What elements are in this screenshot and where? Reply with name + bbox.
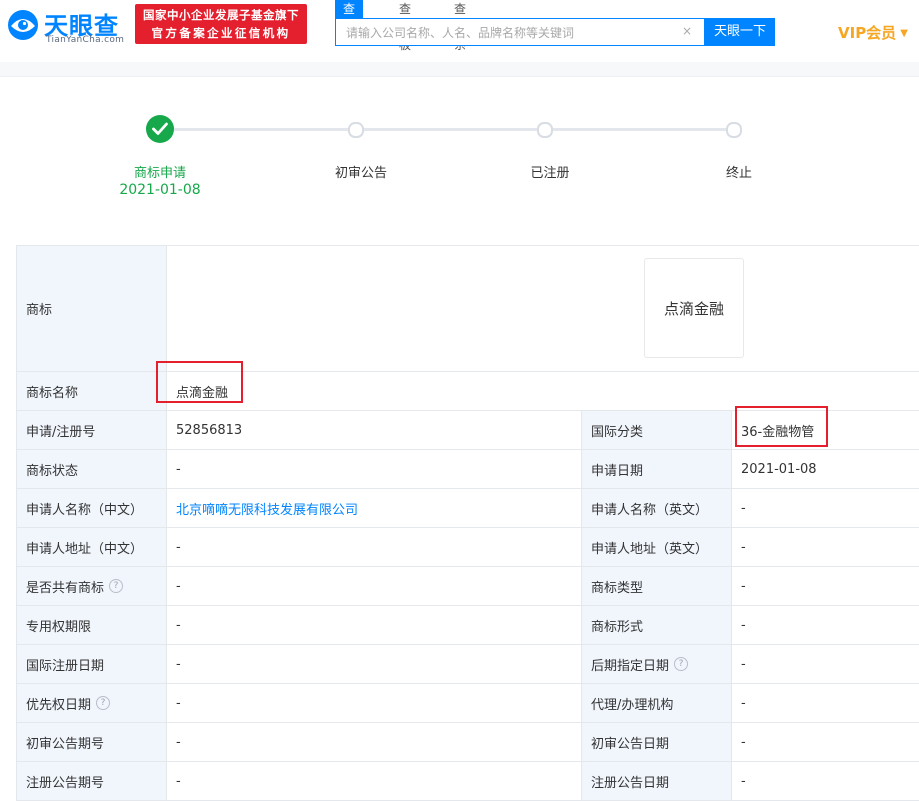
label-reg-issue-no: 注册公告期号 xyxy=(16,762,166,800)
table-row: 初审公告期号 - 初审公告日期 - xyxy=(16,723,919,762)
value-address-cn: - xyxy=(166,528,581,566)
step-label-initial-announcement: 初审公告 xyxy=(334,166,387,181)
value-exclusive-period: - xyxy=(166,606,581,644)
vip-label: VIP会员 xyxy=(838,24,897,42)
trademark-image-text: 点滴金融 xyxy=(663,299,724,318)
tab-relation[interactable]: 查关系 xyxy=(446,0,474,52)
label-later-designation-text: 后期指定日期 xyxy=(591,658,670,674)
value-apply-date: 2021-01-08 xyxy=(731,450,919,488)
tab-boss[interactable]: 查老板 xyxy=(391,0,419,52)
label-apply-date: 申请日期 xyxy=(581,450,731,488)
logo[interactable]: 天眼查 TianYanCha.com xyxy=(6,6,128,46)
value-status: - xyxy=(166,450,581,488)
step-dot-terminated xyxy=(726,122,742,138)
value-trademark-name: 点滴金融 xyxy=(166,372,919,410)
table-row: 专用权期限 - 商标形式 - xyxy=(16,606,919,645)
label-shared-trademark: 是否共有商标? xyxy=(16,567,166,605)
tab-company[interactable]: 查公司 xyxy=(335,0,364,52)
label-priority-date-text: 优先权日期 xyxy=(26,697,92,713)
trademark-image-cell: 点滴金融 xyxy=(166,246,919,371)
search-box: × xyxy=(335,18,705,46)
search-input[interactable] xyxy=(344,22,668,44)
value-intl-reg-date: - xyxy=(166,645,581,683)
value-reg-issue-no: - xyxy=(166,762,581,800)
label-status: 商标状态 xyxy=(16,450,166,488)
value-trademark-form: - xyxy=(731,606,919,644)
label-trademark-type: 商标类型 xyxy=(581,567,731,605)
official-badge: 国家中小企业发展子基金旗下 官方备案企业征信机构 xyxy=(135,4,307,44)
label-trademark-form: 商标形式 xyxy=(581,606,731,644)
help-icon[interactable]: ? xyxy=(109,579,124,593)
step-date-application: 2021-01-08 xyxy=(119,182,201,198)
value-shared-trademark: - xyxy=(166,567,581,605)
vip-menu[interactable]: VIP会员 ▼ xyxy=(838,22,908,43)
label-initial-issue-date: 初审公告日期 xyxy=(581,723,731,761)
value-priority-date: - xyxy=(166,684,581,722)
table-row: 商标状态 - 申请日期 2021-01-08 xyxy=(16,450,919,489)
label-reg-issue-date: 注册公告日期 xyxy=(581,762,731,800)
value-reg-issue-date: - xyxy=(731,762,919,800)
table-row: 申请人名称（中文） 北京嘀嘀无限科技发展有限公司 申请人名称（英文） - xyxy=(16,489,919,528)
table-row: 申请人地址（中文） - 申请人地址（英文） - xyxy=(16,528,919,567)
label-exclusive-period: 专用权期限 xyxy=(16,606,166,644)
logo-eye-icon xyxy=(8,10,38,40)
applicant-link[interactable]: 北京嘀嘀无限科技发展有限公司 xyxy=(166,489,581,527)
value-initial-issue-no: - xyxy=(166,723,581,761)
label-agency: 代理/办理机构 xyxy=(581,684,731,722)
step-dot-initial-announcement xyxy=(348,122,364,138)
label-intl-class: 国际分类 xyxy=(581,411,731,449)
label-intl-reg-date: 国际注册日期 xyxy=(16,645,166,683)
step-label-terminated: 终止 xyxy=(725,166,752,181)
label-applicant-cn: 申请人名称（中文） xyxy=(16,489,166,527)
step-dot-registered xyxy=(537,122,553,138)
progress-track xyxy=(172,128,732,131)
table-row: 注册公告期号 - 注册公告日期 - xyxy=(16,762,919,801)
label-shared-trademark-text: 是否共有商标 xyxy=(26,580,105,596)
trademark-detail-table: 商标 点滴金融 商标名称 点滴金融 申请/注册号 52856813 国际分类 3… xyxy=(16,245,919,801)
label-priority-date: 优先权日期? xyxy=(16,684,166,722)
value-later-designation-date: - xyxy=(731,645,919,683)
value-initial-issue-date: - xyxy=(731,723,919,761)
table-row: 国际注册日期 - 后期指定日期? - xyxy=(16,645,919,684)
check-icon xyxy=(146,115,174,143)
top-header: 天眼查 TianYanCha.com 国家中小企业发展子基金旗下 官方备案企业征… xyxy=(0,0,919,63)
label-reg-number: 申请/注册号 xyxy=(16,411,166,449)
table-row: 是否共有商标? - 商标类型 - xyxy=(16,567,919,606)
value-reg-number: 52856813 xyxy=(166,411,581,449)
value-agency: - xyxy=(731,684,919,722)
step-label-application: 商标申请 xyxy=(133,166,186,181)
sub-bar xyxy=(0,62,919,77)
trademark-image[interactable]: 点滴金融 xyxy=(644,258,744,358)
label-address-cn: 申请人地址（中文） xyxy=(16,528,166,566)
logo-domain: TianYanCha.com xyxy=(46,35,125,45)
label-trademark: 商标 xyxy=(16,246,166,371)
label-later-designation-date: 后期指定日期? xyxy=(581,645,731,683)
step-label-registered: 已注册 xyxy=(530,166,570,181)
badge-line-1: 国家中小企业发展子基金旗下 xyxy=(143,8,299,22)
label-trademark-name: 商标名称 xyxy=(16,372,166,410)
label-applicant-en: 申请人名称（英文） xyxy=(581,489,731,527)
table-row-image: 商标 点滴金融 xyxy=(16,246,919,372)
help-icon[interactable]: ? xyxy=(674,657,689,671)
clear-icon[interactable]: × xyxy=(680,24,694,38)
value-trademark-type: - xyxy=(731,567,919,605)
label-address-en: 申请人地址（英文） xyxy=(581,528,731,566)
badge-line-2: 官方备案企业征信机构 xyxy=(151,26,291,40)
trademark-progress: 商标申请 2021-01-08 初审公告 已注册 终止 xyxy=(0,100,919,210)
label-initial-issue-no: 初审公告期号 xyxy=(16,723,166,761)
caret-down-icon: ▼ xyxy=(900,28,908,39)
search-button[interactable]: 天眼一下 xyxy=(705,18,775,46)
annotation-highlight-class xyxy=(735,406,828,447)
annotation-highlight-name xyxy=(156,361,243,403)
table-row: 优先权日期? - 代理/办理机构 - xyxy=(16,684,919,723)
value-applicant-en: - xyxy=(731,489,919,527)
value-address-en: - xyxy=(731,528,919,566)
help-icon[interactable]: ? xyxy=(96,696,111,710)
